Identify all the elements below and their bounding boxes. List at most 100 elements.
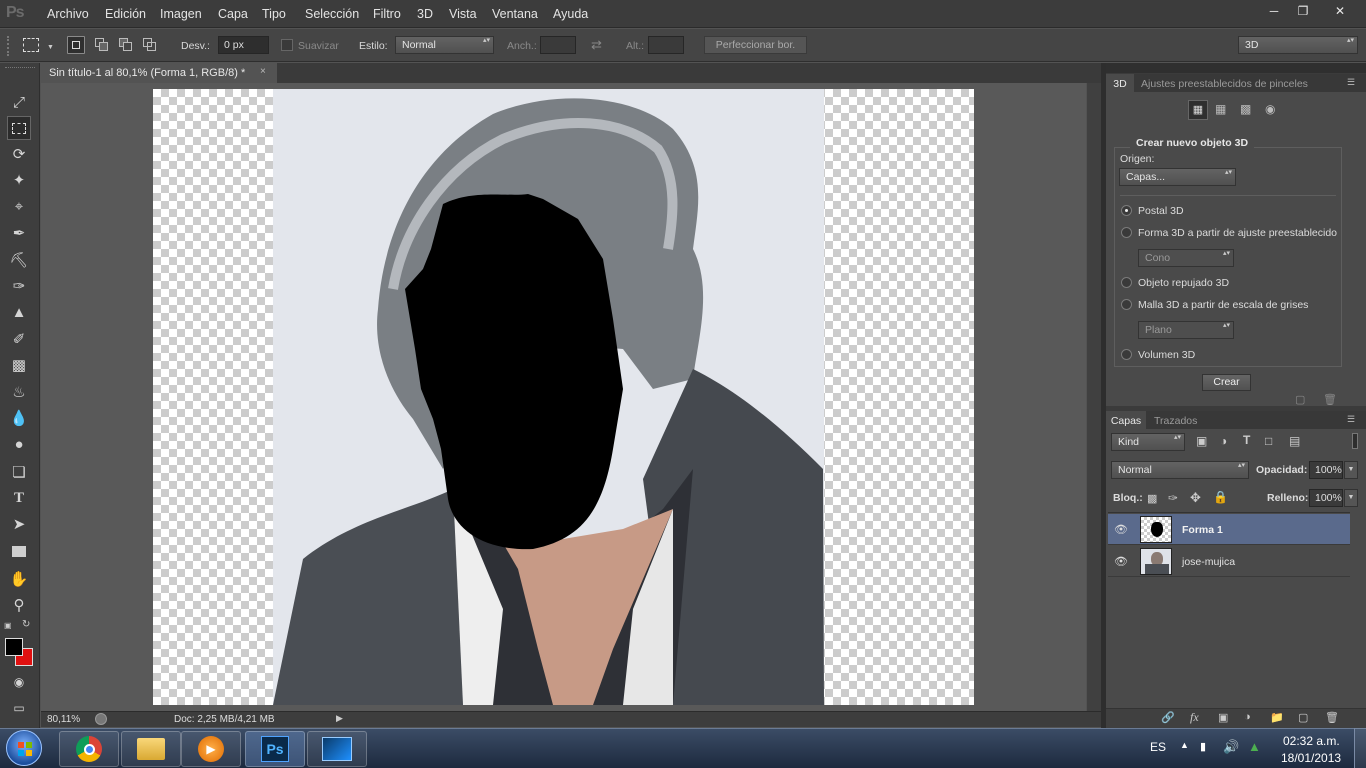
workspace-dropdown[interactable]: 3D: [1238, 36, 1358, 54]
explorer-icon[interactable]: [121, 731, 181, 767]
add-selection-icon[interactable]: [95, 38, 109, 52]
media-player-icon[interactable]: ▶: [181, 731, 241, 767]
width-input[interactable]: [540, 36, 576, 54]
type-filter-icon[interactable]: T: [1243, 433, 1250, 447]
eyedropper-tool-icon[interactable]: ✒: [7, 221, 31, 245]
status-share-icon[interactable]: [95, 713, 107, 725]
path-selection-tool-icon[interactable]: ➤: [7, 512, 31, 536]
eye-icon[interactable]: 👁: [1114, 523, 1128, 536]
style-dropdown[interactable]: Normal: [395, 36, 494, 54]
subtract-selection-icon[interactable]: [119, 38, 133, 52]
status-menu-arrow-icon[interactable]: ▶: [336, 713, 343, 724]
lock-all-icon[interactable]: 🔒: [1213, 490, 1228, 504]
foreground-color-swatch[interactable]: [5, 638, 23, 656]
healing-brush-tool-icon[interactable]: ⛏: [7, 248, 31, 272]
lock-position-icon[interactable]: ✥: [1190, 490, 1201, 506]
default-colors-icon[interactable]: ▣: [4, 621, 14, 631]
kind-filter-dropdown[interactable]: Kind: [1111, 433, 1185, 451]
monitor-app-icon[interactable]: [307, 731, 367, 767]
anti-alias-checkbox[interactable]: [281, 39, 293, 51]
brush-tool-icon[interactable]: ✑: [7, 274, 31, 298]
radio-volumen[interactable]: [1121, 349, 1132, 360]
menu-archivo[interactable]: Archivo: [47, 7, 89, 21]
shape-filter-icon[interactable]: □: [1265, 434, 1272, 448]
new-group-icon[interactable]: 📁: [1270, 711, 1284, 724]
panel3d-menu-icon[interactable]: ☰: [1347, 77, 1355, 88]
material-filter-icon[interactable]: ▩: [1240, 102, 1251, 116]
tab-brush-presets[interactable]: Ajustes preestablecidos de pinceles: [1141, 74, 1308, 90]
tab-3d[interactable]: 3D: [1106, 74, 1134, 92]
minimize-icon[interactable]: ─: [1260, 2, 1288, 20]
zoom-readout[interactable]: 80,11%: [47, 714, 80, 725]
delete-layer-icon[interactable]: 🗑: [1325, 711, 1339, 724]
opacity-arrow-icon[interactable]: ▼: [1344, 461, 1358, 479]
new-selection-icon[interactable]: [67, 36, 85, 54]
type-tool-icon[interactable]: T: [7, 486, 31, 510]
mesh-filter-icon[interactable]: ▦: [1215, 102, 1226, 116]
light-filter-icon[interactable]: ◉: [1265, 102, 1275, 116]
refine-edge-button[interactable]: Perfeccionar bor.: [704, 36, 807, 54]
layers-menu-icon[interactable]: ☰: [1347, 414, 1355, 425]
menu-vista[interactable]: Vista: [449, 7, 477, 21]
clock-date[interactable]: 18/01/2013: [1281, 751, 1341, 765]
radio-repujado[interactable]: [1121, 277, 1132, 288]
menu-filtro[interactable]: Filtro: [373, 7, 401, 21]
blend-mode-dropdown[interactable]: Normal: [1111, 461, 1249, 479]
start-orb-icon[interactable]: [6, 730, 42, 766]
height-input[interactable]: [648, 36, 684, 54]
menu-imagen[interactable]: Imagen: [160, 7, 202, 21]
tab-trazados[interactable]: Trazados: [1154, 411, 1197, 427]
close-window-icon[interactable]: ✕: [1318, 2, 1362, 20]
chrome-icon[interactable]: [59, 731, 119, 767]
scene-filter-icon[interactable]: ▦: [1188, 100, 1208, 120]
fill-arrow-icon[interactable]: ▼: [1344, 489, 1358, 507]
preset-arrow-icon[interactable]: ▼: [47, 44, 54, 51]
mesh-preset-dropdown[interactable]: Plano: [1138, 321, 1234, 339]
eraser-tool-icon[interactable]: ▩: [7, 353, 31, 377]
zoom-tool-icon[interactable]: ⚲: [7, 593, 31, 617]
fx-icon[interactable]: fx: [1190, 710, 1199, 725]
radio-postal-3d[interactable]: [1121, 205, 1132, 216]
move-tool-icon[interactable]: ⤢: [7, 90, 31, 114]
fill-input[interactable]: 100%: [1309, 489, 1343, 507]
show-desktop-button[interactable]: [1354, 728, 1366, 768]
delete-3d-icon[interactable]: 🗑: [1323, 393, 1337, 406]
rectangle-tool-icon[interactable]: [7, 539, 31, 563]
language-indicator[interactable]: ES: [1150, 740, 1166, 754]
menu-capa[interactable]: Capa: [218, 7, 248, 21]
add-mask-icon[interactable]: ▣: [1218, 711, 1228, 724]
vertical-scrollbar[interactable]: [1087, 83, 1101, 711]
document-canvas[interactable]: [153, 89, 974, 705]
new-layer-icon[interactable]: ▢: [1298, 711, 1308, 724]
screen-mode-icon[interactable]: ▭: [7, 696, 31, 720]
radio-forma-3d[interactable]: [1121, 227, 1132, 238]
radio-malla[interactable]: [1121, 299, 1132, 310]
magic-wand-tool-icon[interactable]: ✦: [7, 168, 31, 192]
document-tab[interactable]: Sin título-1 al 80,1% (Forma 1, RGB/8) *: [41, 63, 277, 83]
filter-toggle[interactable]: [1352, 433, 1358, 449]
smart-object-filter-icon[interactable]: ▤: [1289, 434, 1300, 448]
pixel-filter-icon[interactable]: ▣: [1196, 434, 1207, 448]
eye-icon[interactable]: 👁: [1114, 555, 1128, 568]
opacity-input[interactable]: 100%: [1309, 461, 1343, 479]
dodge-tool-icon[interactable]: ●: [7, 432, 31, 456]
restore-icon[interactable]: ❐: [1289, 2, 1317, 20]
tab-capas[interactable]: Capas: [1106, 411, 1146, 429]
lock-pixels-icon[interactable]: ✑: [1168, 491, 1178, 505]
crop-tool-icon[interactable]: ⌖: [7, 194, 31, 218]
pen-tool-icon[interactable]: ❏: [7, 460, 31, 484]
menu-3d[interactable]: 3D: [417, 7, 433, 21]
blur-tool-icon[interactable]: 💧: [7, 406, 31, 430]
show-hidden-icons-icon[interactable]: ▲: [1180, 740, 1189, 750]
rect-marquee-tool-icon[interactable]: [7, 116, 31, 140]
rect-marquee-icon[interactable]: [23, 38, 39, 52]
photoshop-icon[interactable]: Ps: [245, 731, 305, 767]
lasso-tool-icon[interactable]: ⟳: [7, 142, 31, 166]
lock-transparency-icon[interactable]: ▩: [1147, 492, 1157, 505]
paint-bucket-tool-icon[interactable]: ♨: [7, 380, 31, 404]
drive-sync-icon[interactable]: ▲: [1248, 739, 1261, 754]
hand-tool-icon[interactable]: ✋: [7, 567, 31, 591]
clone-stamp-tool-icon[interactable]: ▲: [7, 300, 31, 324]
swap-colors-icon[interactable]: ↻: [22, 619, 30, 630]
origen-dropdown[interactable]: Capas...: [1119, 168, 1236, 186]
